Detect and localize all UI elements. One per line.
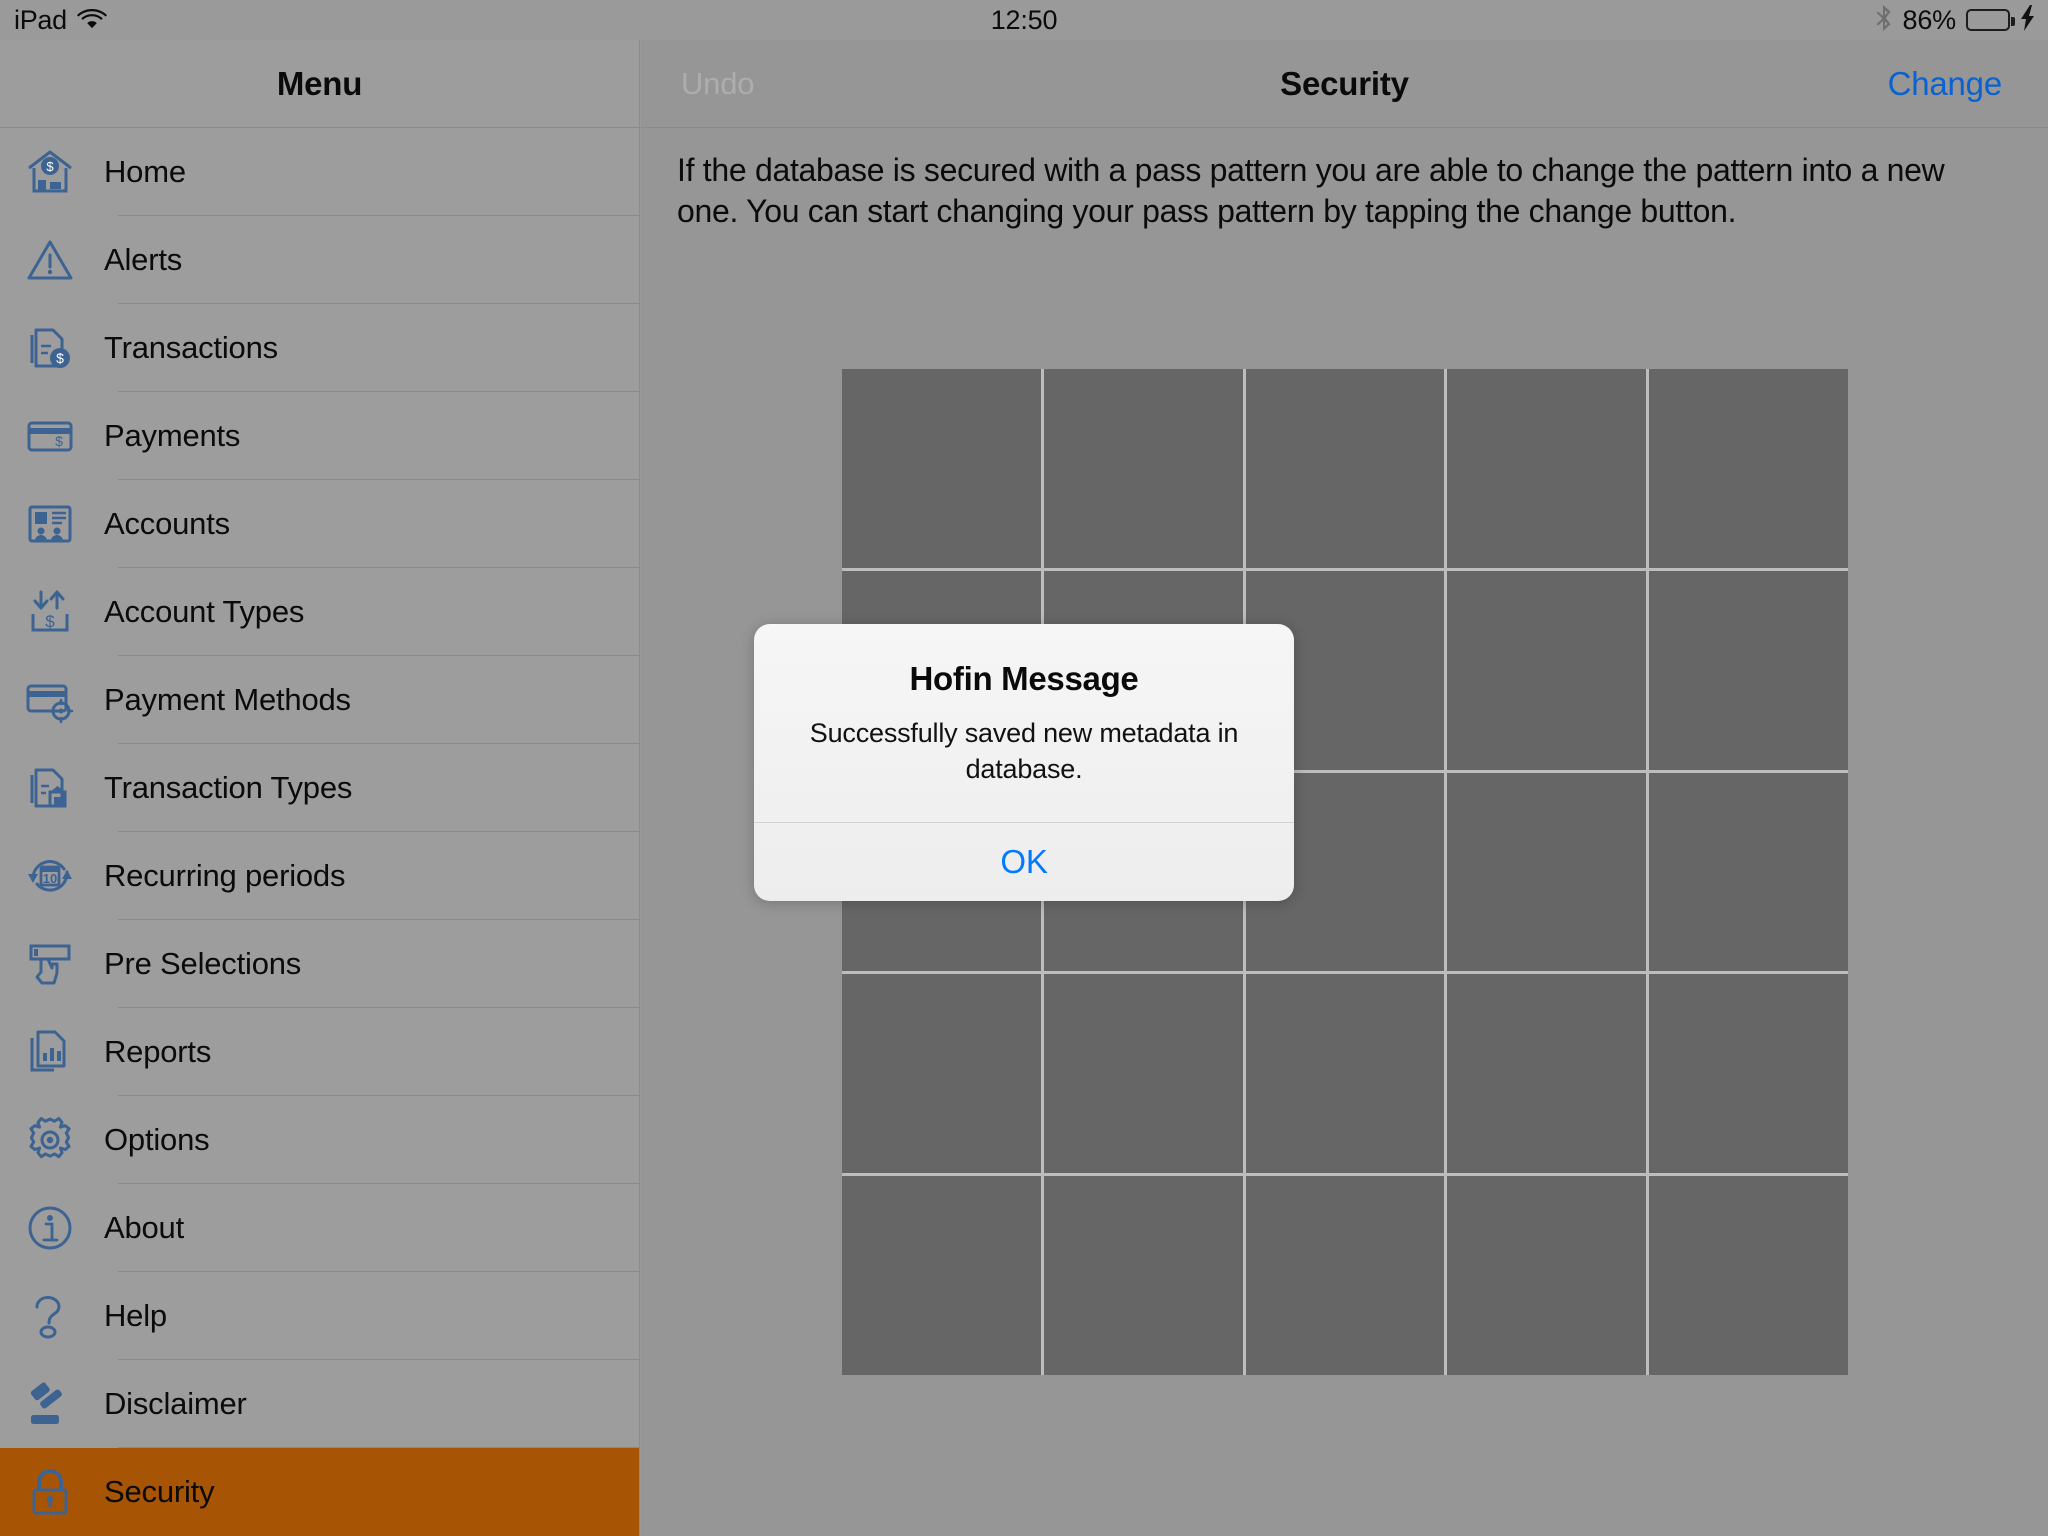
pattern-cell[interactable] [1043, 1176, 1243, 1375]
sidebar-item-label: Transaction Types [104, 770, 353, 805]
sidebar-item-security[interactable]: Security [0, 1448, 639, 1536]
sidebar-item-label: About [104, 1210, 185, 1245]
document-dollar-icon: $ [22, 320, 78, 376]
pattern-cell[interactable] [1245, 974, 1445, 1174]
pattern-cell[interactable] [1043, 974, 1243, 1174]
sidebar-item-label: Disclaimer [104, 1386, 247, 1421]
pattern-cell[interactable] [1649, 974, 1848, 1174]
sidebar-item-label: Accounts [104, 506, 230, 541]
sidebar-item-label: Reports [104, 1034, 212, 1069]
battery-icon [1966, 9, 2015, 31]
pattern-cell[interactable] [1245, 369, 1445, 568]
clock-label: 12:50 [990, 4, 1058, 35]
pattern-cell[interactable] [1447, 369, 1647, 568]
arrows-dollar-icon: $ [22, 584, 78, 640]
sidebar-item-payment-methods[interactable]: Payment Methods [0, 656, 639, 744]
pattern-cell[interactable] [1447, 1176, 1647, 1375]
page-title: Security [1280, 64, 1409, 102]
pattern-cell[interactable] [1649, 1176, 1848, 1375]
gear-icon [22, 1112, 78, 1168]
sidebar-item-payments[interactable]: $ Payments [0, 392, 639, 480]
question-mark-icon [22, 1288, 78, 1344]
pattern-cell[interactable] [1447, 974, 1647, 1174]
credit-card-gear-icon [22, 672, 78, 728]
house-dollar-icon: $ [22, 144, 78, 200]
pattern-cell[interactable] [1649, 772, 1848, 972]
pattern-cell[interactable] [1447, 570, 1647, 770]
sidebar-item-label: Payments [104, 418, 241, 453]
change-button[interactable]: Change [1888, 65, 2003, 103]
sidebar-item-list: $ Home Alerts $ Transactions $ Payments … [0, 128, 639, 1536]
battery-percent-label: 86% [1902, 4, 1957, 35]
sidebar-menu-panel: Menu $ Home Alerts $ Transactions $ Paym… [0, 40, 640, 1536]
sidebar-item-accounts[interactable]: Accounts [0, 480, 639, 568]
sidebar-item-label: Options [104, 1122, 210, 1157]
sidebar-item-pre-selections[interactable]: Pre Selections [0, 920, 639, 1008]
svg-text:$: $ [45, 612, 55, 631]
security-info-text: If the database is secured with a pass p… [677, 152, 1945, 229]
id-card-icon [22, 496, 78, 552]
status-bar: iPad 12:50 86% [0, 0, 2048, 40]
ipad-screen: iPad 12:50 86% Menu $ Home Alerts $ Tran… [0, 0, 2048, 1536]
alert-ok-button[interactable]: OK [754, 823, 1294, 901]
lightning-bolt-icon [2020, 4, 2036, 36]
sidebar-item-label: Security [104, 1474, 215, 1509]
svg-text:$: $ [55, 433, 63, 449]
status-bar-right: 86% [1875, 0, 2036, 40]
svg-text:$: $ [56, 350, 64, 366]
sidebar-item-options[interactable]: Options [0, 1096, 639, 1184]
sidebar-item-label: Help [104, 1298, 167, 1333]
pattern-cell[interactable] [842, 974, 1041, 1174]
alert-body: Hofin Message Successfully saved new met… [754, 624, 1294, 822]
sidebar-item-account-types[interactable]: $ Account Types [0, 568, 639, 656]
pattern-cell[interactable] [1447, 772, 1647, 972]
bluetooth-icon [1875, 4, 1893, 37]
pattern-cell[interactable] [1245, 1176, 1445, 1375]
sidebar-item-help[interactable]: Help [0, 1272, 639, 1360]
sidebar-item-label: Pre Selections [104, 946, 302, 981]
sidebar-item-alerts[interactable]: Alerts [0, 216, 639, 304]
svg-text:10: 10 [43, 871, 57, 886]
sidebar-item-transactions[interactable]: $ Transactions [0, 304, 639, 392]
sidebar-item-home[interactable]: $ Home [0, 128, 639, 216]
sidebar-header: Menu [0, 40, 639, 128]
sidebar-title: Menu [276, 64, 363, 102]
document-house-icon [22, 760, 78, 816]
warning-triangle-icon [22, 232, 78, 288]
pattern-cell[interactable] [842, 1176, 1041, 1375]
pattern-cell[interactable] [1649, 369, 1848, 568]
sidebar-item-label: Home [104, 154, 186, 189]
hofin-message-alert: Hofin Message Successfully saved new met… [754, 624, 1294, 901]
pattern-cell[interactable] [1649, 570, 1848, 770]
sidebar-item-label: Account Types [104, 594, 305, 629]
pattern-cell[interactable] [1043, 369, 1243, 568]
padlock-icon [22, 1464, 78, 1520]
hand-tap-icon [22, 936, 78, 992]
sidebar-item-label: Recurring periods [104, 858, 346, 893]
status-bar-center: 12:50 [0, 0, 2048, 40]
sidebar-item-reports[interactable]: Reports [0, 1008, 639, 1096]
sidebar-item-label: Alerts [104, 242, 183, 277]
sidebar-item-about[interactable]: About [0, 1184, 639, 1272]
credit-card-dollar-icon: $ [22, 408, 78, 464]
alert-message: Successfully saved new metadata in datab… [809, 718, 1239, 785]
sidebar-item-recurring-periods[interactable]: 10 Recurring periods [0, 832, 639, 920]
sidebar-item-disclaimer[interactable]: Disclaimer [0, 1360, 639, 1448]
navigation-bar: Undo Security Change [641, 40, 2048, 128]
document-chart-icon [22, 1024, 78, 1080]
svg-text:$: $ [46, 159, 54, 174]
sidebar-item-label: Transactions [104, 330, 278, 365]
sidebar-item-label: Payment Methods [104, 682, 351, 717]
pattern-cell[interactable] [842, 369, 1041, 568]
info-circle-icon [22, 1200, 78, 1256]
gavel-icon [22, 1376, 78, 1432]
alert-title: Hofin Message [909, 660, 1139, 697]
calendar-refresh-icon: 10 [22, 848, 78, 904]
sidebar-item-transaction-types[interactable]: Transaction Types [0, 744, 639, 832]
